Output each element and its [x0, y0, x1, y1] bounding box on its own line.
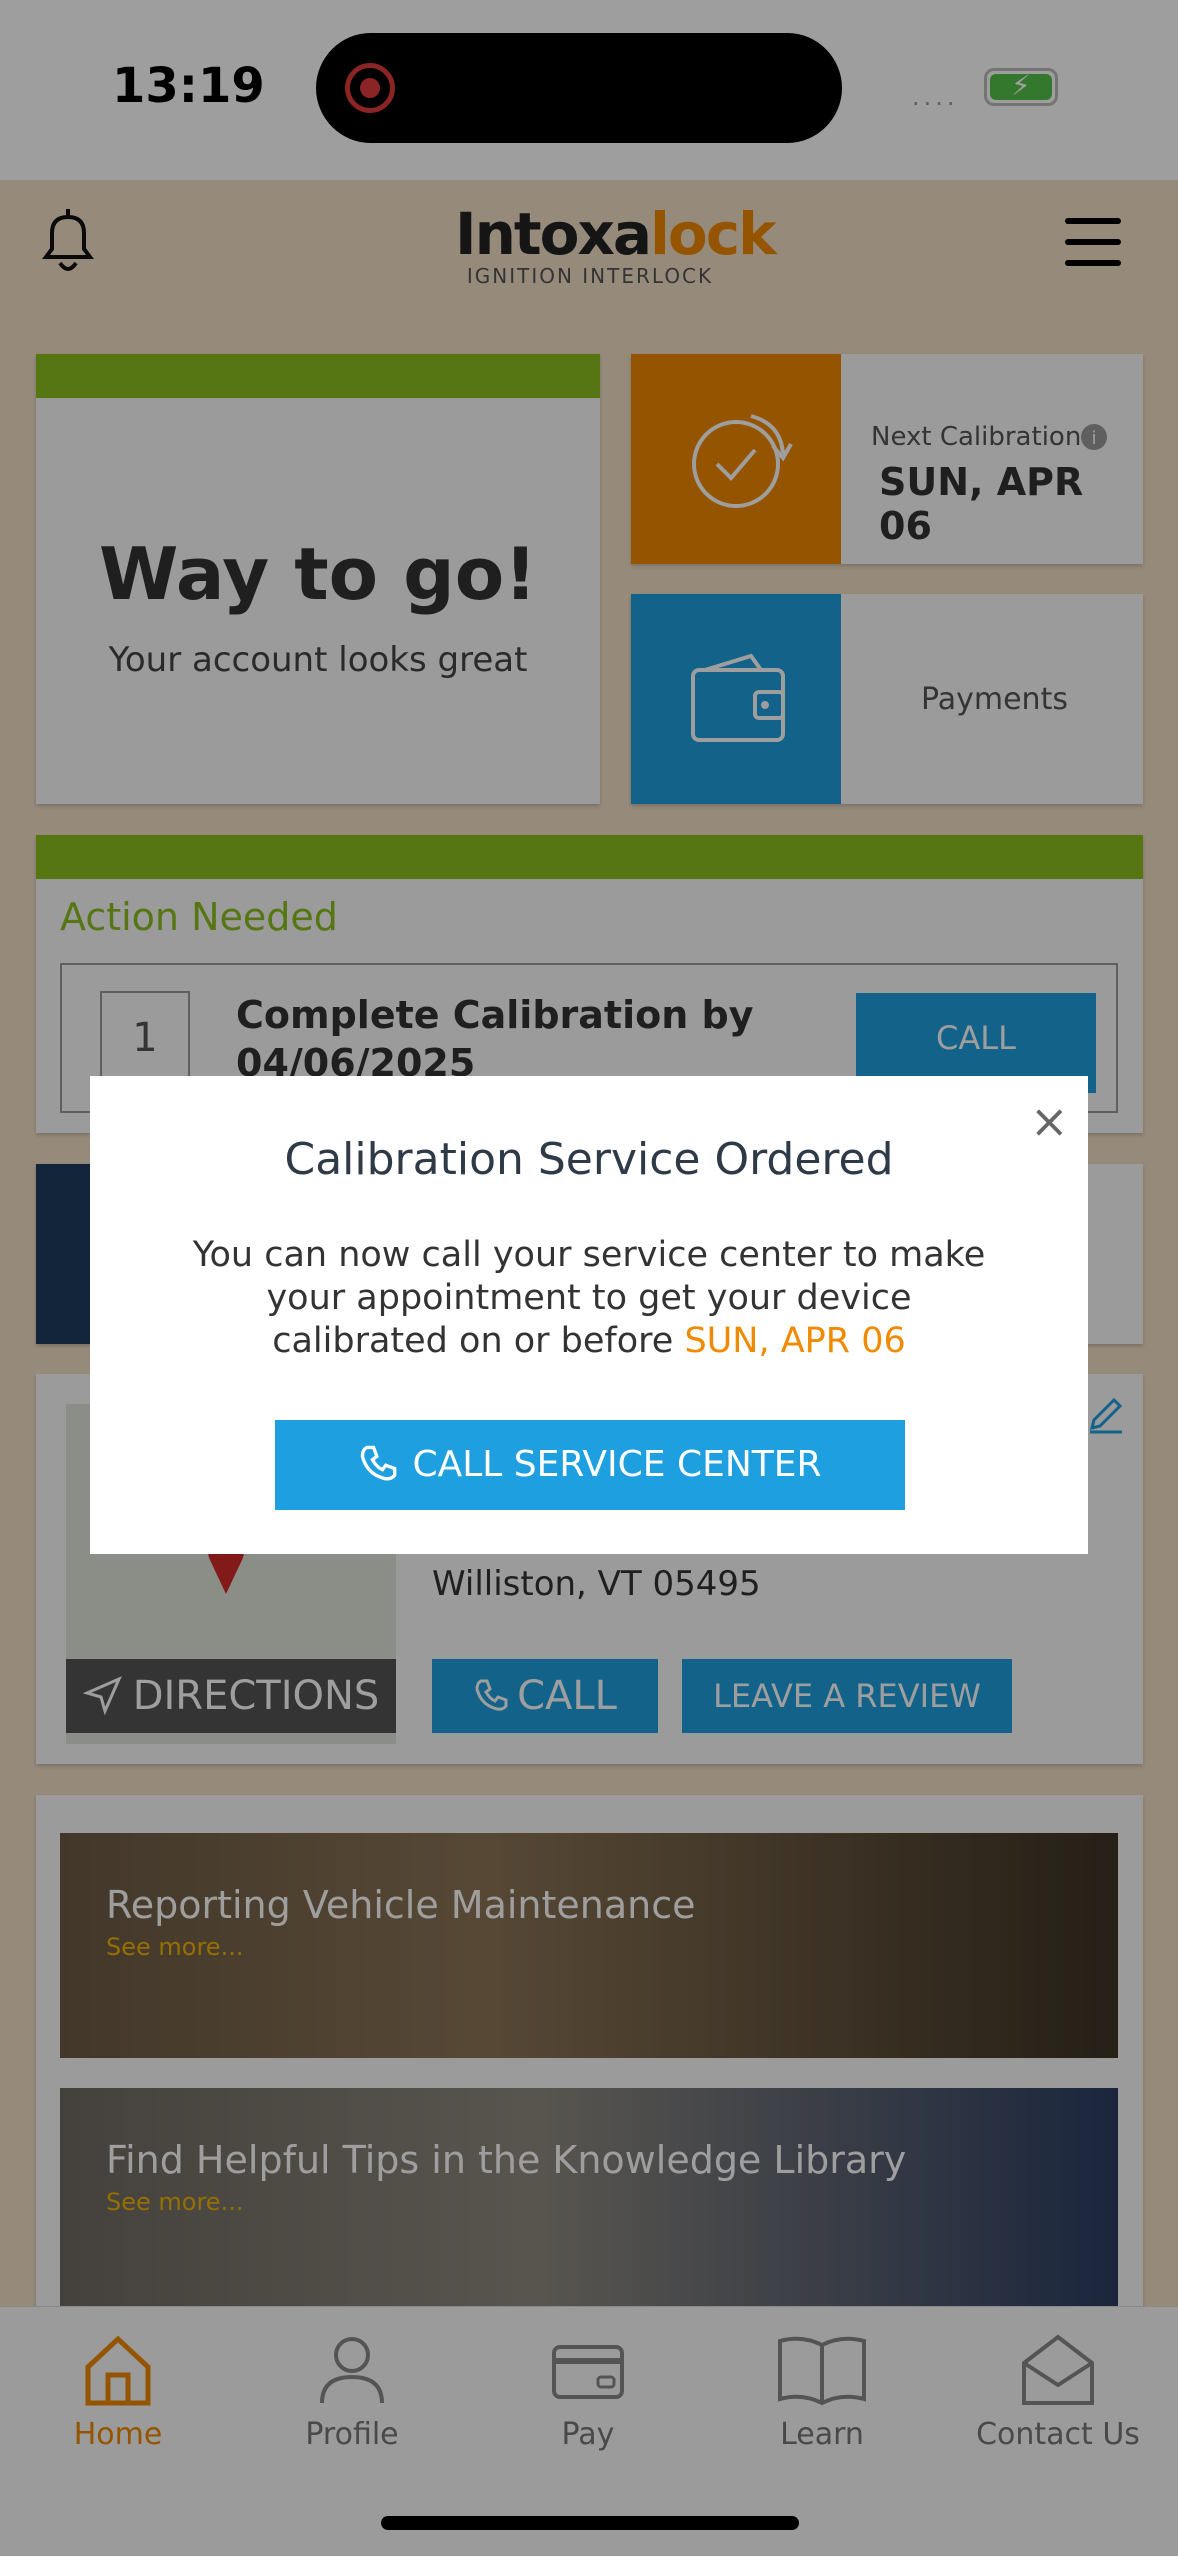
modal-title: Calibration Service Ordered — [284, 1134, 894, 1185]
call-service-center-button[interactable]: CALL SERVICE CENTER — [275, 1420, 905, 1510]
modal-date: SUN, APR 06 — [684, 1321, 906, 1361]
phone-icon — [361, 1445, 397, 1481]
calibration-modal: × Calibration Service Ordered You can no… — [90, 1076, 1088, 1554]
modal-body: You can now call your service center to … — [192, 1235, 986, 1361]
